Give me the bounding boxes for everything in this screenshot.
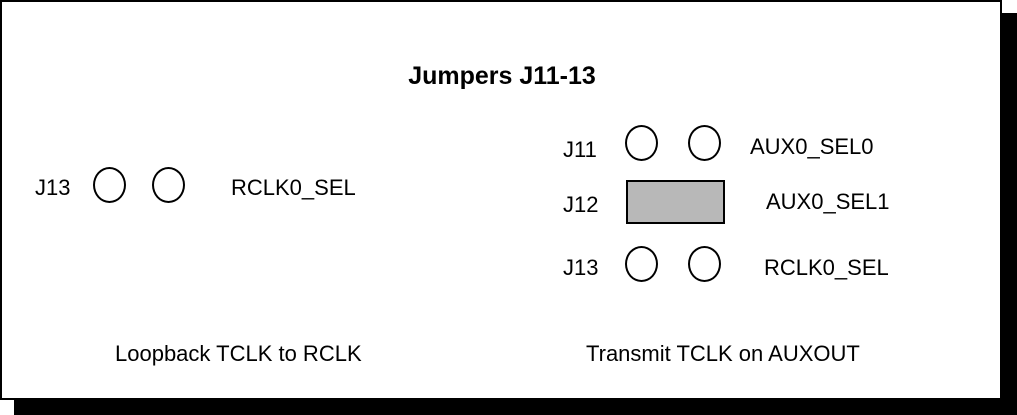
right-caption: Transmit TCLK on AUXOUT: [586, 341, 860, 366]
jumper-label-j11: J11: [563, 137, 597, 162]
jumper-label-j12: J12: [563, 192, 599, 217]
left-jumper-pin-2: [152, 167, 185, 203]
j11-pin-1: [625, 125, 658, 161]
j11-pin-2: [688, 125, 721, 161]
signal-label-aux0-sel0: AUX0_SEL0: [750, 134, 874, 159]
jumper-label-j13: J13: [563, 255, 599, 280]
left-jumper-label: J13: [35, 175, 71, 200]
left-jumper-pin-1: [93, 167, 126, 203]
signal-label-rclk0-sel: RCLK0_SEL: [764, 255, 889, 280]
left-signal-label: RCLK0_SEL: [231, 175, 356, 200]
signal-label-aux0-sel1: AUX0_SEL1: [766, 189, 890, 214]
left-caption: Loopback TCLK to RCLK: [115, 341, 362, 366]
j13-pin-1: [625, 246, 658, 282]
j13-pin-2: [688, 246, 721, 282]
diagram-title: Jumpers J11-13: [408, 62, 596, 90]
j12-shunt-jumper: [626, 180, 725, 224]
